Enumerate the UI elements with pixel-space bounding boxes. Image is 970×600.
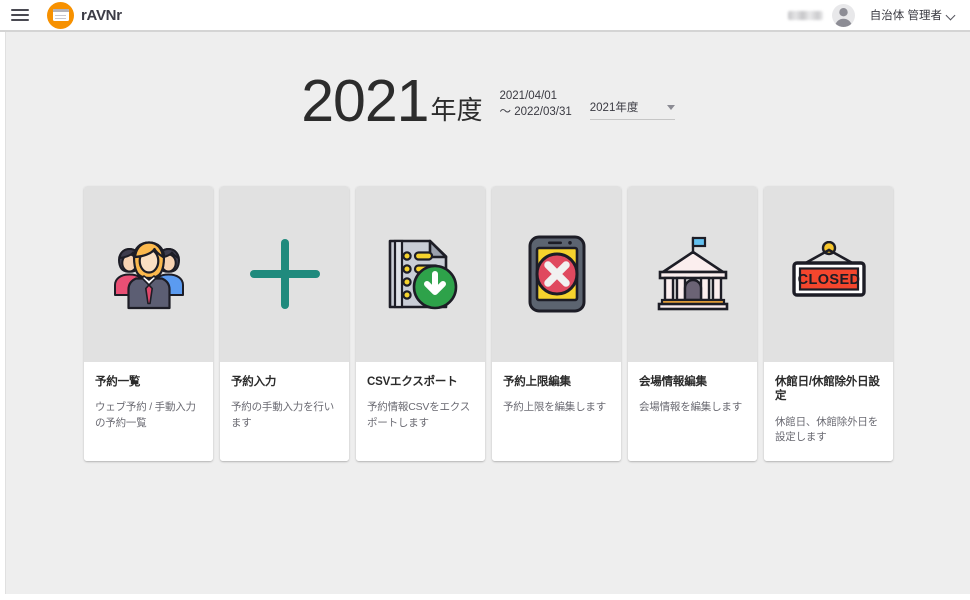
card-title: 予約上限編集 — [503, 376, 571, 389]
card-media: CLOSED — [764, 186, 893, 363]
card-body: 予約入力 予約の手動入力を行います — [220, 362, 349, 462]
range-start: 2021/04/01 — [499, 89, 558, 102]
town-hall-icon — [657, 236, 728, 311]
card-description: ウェブ予約 / 手動入力の予約一覧 — [95, 401, 196, 429]
svg-text:CLOSED: CLOSED — [797, 272, 860, 288]
brand-logo[interactable]: rAVNr — [47, 1, 122, 29]
card-csv-export[interactable]: CSVエクスポート 予約情報CSVをエクスポートします — [356, 186, 485, 462]
phone-blocked-icon — [528, 235, 585, 313]
card-title: 予約入力 — [231, 376, 277, 389]
fiscal-year-select-value: 2021年度 — [589, 102, 639, 115]
card-title: CSVエクスポート — [367, 376, 458, 389]
account-menu[interactable]: 自治体 管理者 — [870, 7, 956, 23]
card-description: 会場情報を編集します — [639, 401, 742, 414]
chevron-down-icon — [947, 11, 956, 20]
plus-icon — [249, 239, 320, 310]
main-content: 2021 年度 2021/04/01 ～ 2022/03/31 2021年度 予… — [6, 32, 970, 594]
app-header: rAVNr 自治体 管理者 — [0, 0, 970, 32]
hamburger-line — [11, 14, 29, 16]
card-description: 休館日、休館除外日を設定します — [775, 415, 878, 444]
browser-window-icon — [47, 1, 74, 29]
hamburger-line — [11, 19, 29, 21]
card-media — [492, 186, 621, 363]
fiscal-year-number: 2021 — [301, 68, 429, 134]
fiscal-year-select[interactable]: 2021年度 — [589, 99, 675, 121]
card-description: 予約上限を編集します — [503, 401, 606, 414]
user-avatar-icon[interactable] — [831, 3, 855, 27]
card-media — [84, 186, 213, 363]
card-body: 休館日/休館除外日設定 休館日、休館除外日を設定します — [764, 362, 893, 462]
card-reservation-list[interactable]: 予約一覧 ウェブ予約 / 手動入力の予約一覧 — [84, 186, 213, 462]
card-reservation-limit-edit[interactable]: 予約上限編集 予約上限を編集します — [492, 186, 621, 462]
card-reservation-input[interactable]: 予約入力 予約の手動入力を行います — [220, 186, 349, 462]
card-media — [628, 186, 757, 363]
brand-name: rAVNr — [81, 6, 122, 24]
dashboard-card-grid: 予約一覧 ウェブ予約 / 手動入力の予約一覧 予約入力 予約の手動入力を行います… — [84, 186, 970, 462]
user-name-redacted — [787, 10, 823, 20]
range-end: ～ 2022/03/31 — [499, 106, 572, 119]
card-body: 会場情報編集 会場情報を編集します — [628, 362, 757, 462]
card-title: 会場情報編集 — [639, 376, 707, 389]
card-media — [356, 186, 485, 363]
fiscal-year-range: 2021/04/01 ～ 2022/03/31 — [500, 88, 572, 121]
browser-window-glyph — [52, 9, 69, 21]
app-root: rAVNr 自治体 管理者 2021 年度 2021/04/01 ～ 2022/… — [0, 0, 970, 600]
card-body: CSVエクスポート 予約情報CSVをエクスポートします — [356, 362, 485, 462]
fiscal-year-suffix: 年度 — [430, 95, 483, 126]
hamburger-line — [11, 9, 29, 11]
card-title: 予約一覧 — [95, 376, 141, 389]
caret-down-icon — [666, 104, 675, 110]
card-description: 予約情報CSVをエクスポートします — [367, 401, 471, 429]
card-body: 予約一覧 ウェブ予約 / 手動入力の予約一覧 — [84, 362, 213, 462]
card-description: 予約の手動入力を行います — [231, 401, 334, 429]
hamburger-menu-icon[interactable] — [9, 4, 31, 26]
card-venue-info-edit[interactable]: 会場情報編集 会場情報を編集します — [628, 186, 757, 462]
document-download-icon — [388, 239, 457, 310]
closed-sign-icon: CLOSED — [791, 241, 866, 297]
fiscal-year-header: 2021 年度 2021/04/01 ～ 2022/03/31 2021年度 — [6, 32, 970, 134]
card-media — [220, 186, 349, 363]
card-body: 予約上限編集 予約上限を編集します — [492, 362, 621, 462]
card-title: 休館日/休館除外日設定 — [775, 376, 880, 403]
account-label: 自治体 管理者 — [869, 10, 942, 22]
card-closed-days-settings[interactable]: CLOSED 休館日/休館除外日設定 休館日、休館除外日を設定します — [764, 186, 893, 462]
body-wrapper: 2021 年度 2021/04/01 ～ 2022/03/31 2021年度 予… — [0, 32, 970, 594]
header-right-group: 自治体 管理者 — [787, 3, 956, 27]
bottom-strip — [0, 594, 970, 600]
people-group-icon — [113, 241, 184, 310]
